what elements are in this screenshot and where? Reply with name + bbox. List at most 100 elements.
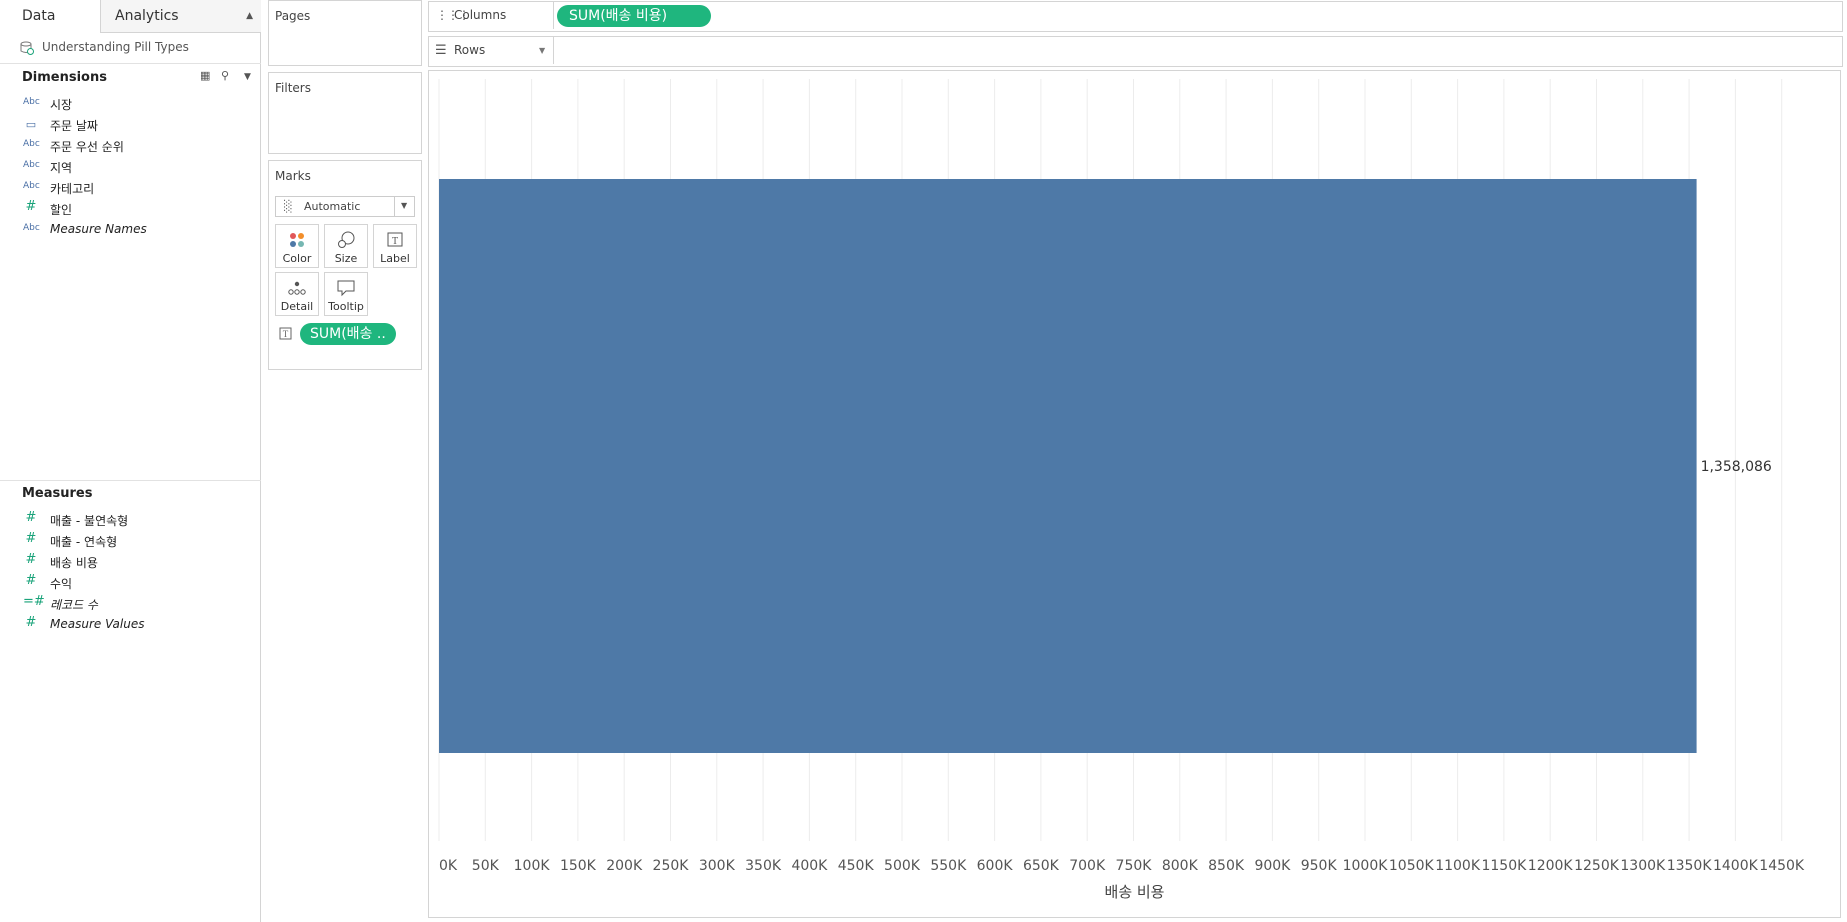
dimension-field[interactable]: Abc Measure Names — [0, 220, 258, 241]
datasource-row[interactable]: Understanding Pill Types — [0, 33, 261, 64]
mark-type-value: Automatic — [304, 200, 361, 213]
x-tick-label: 1300K — [1620, 858, 1666, 874]
chevron-down-icon: ▼ — [539, 46, 546, 55]
search-icon[interactable]: ⚲ — [221, 69, 229, 82]
dimension-field-name: Measure Names — [50, 222, 147, 236]
x-tick-label: 350K — [745, 858, 782, 874]
dimension-field[interactable]: Abc 주문 우선 순위 — [0, 136, 258, 157]
x-tick-label: 550K — [930, 858, 967, 874]
number-type-icon: # — [25, 199, 37, 214]
dimension-field[interactable]: ▭ 주문 날짜 — [0, 115, 258, 136]
x-tick-label: 0K — [439, 858, 458, 874]
x-tick-label: 300K — [699, 858, 736, 874]
label-icon: T — [387, 232, 403, 247]
x-tick-label: 1000K — [1343, 858, 1389, 874]
size-label: Size — [334, 252, 358, 265]
measure-field[interactable]: # 수익 — [0, 573, 258, 594]
detail-button[interactable]: Detail — [275, 272, 319, 316]
x-tick-label: 700K — [1069, 858, 1106, 874]
columns-label: Columns — [454, 8, 507, 22]
tab-analytics[interactable]: Analytics — [100, 0, 261, 32]
x-tick-label: 100K — [514, 858, 551, 874]
mark-type-dropdown[interactable]: ░ Automatic ▼ — [275, 196, 415, 217]
number-type-icon: # — [25, 552, 37, 567]
x-tick-label: 1100K — [1435, 858, 1481, 874]
updown-arrows-icon[interactable]: ▲ — [246, 0, 253, 32]
filters-card[interactable]: Filters — [268, 72, 422, 154]
rows-icon: ☰ — [435, 43, 447, 58]
chevron-down-icon: ▼ — [401, 201, 408, 210]
detail-icon — [288, 281, 306, 295]
dimension-field[interactable]: # 할인 — [0, 199, 258, 220]
number-type-icon: =# — [23, 594, 45, 609]
x-tick-label: 200K — [606, 858, 643, 874]
filters-title: Filters — [275, 81, 311, 95]
marks-title: Marks — [275, 169, 311, 183]
detail-label: Detail — [280, 300, 314, 313]
x-tick-label: 900K — [1254, 858, 1291, 874]
data-pane: Data Analytics ▲ Understanding Pill Type… — [0, 0, 261, 922]
x-tick-label: 600K — [977, 858, 1014, 874]
marks-card: Marks ░ Automatic ▼ Color Size T Label D… — [268, 160, 422, 370]
x-tick-label: 1250K — [1574, 858, 1620, 874]
dimension-field[interactable]: Abc 카테고리 — [0, 178, 258, 199]
number-type-icon: # — [25, 510, 37, 525]
string-type-icon: Abc — [23, 223, 40, 233]
chart-view: 1,358,086 0K 50K 100K 150K 200K 250K 300K 350K 4… — [428, 70, 1841, 918]
size-button[interactable]: Size — [324, 224, 368, 268]
pages-title: Pages — [275, 9, 311, 23]
columns-pill[interactable]: SUM(배송 비용) — [557, 5, 711, 27]
bars: 1,358,086 — [439, 179, 1772, 753]
dimension-field-name: 할인 — [50, 203, 73, 217]
datasource-icon — [20, 41, 34, 55]
pane-tabbar: Data Analytics ▲ — [0, 0, 261, 33]
bar-chart: 1,358,086 0K 50K 100K 150K 200K 250K 300K 350K 4… — [438, 79, 1805, 874]
columns-shelf-label: ⋮⋮⋮ Columns — [429, 2, 554, 29]
pages-card[interactable]: Pages — [268, 0, 422, 66]
x-tick-label: 1400K — [1713, 858, 1759, 874]
x-tick-label: 450K — [838, 858, 875, 874]
bar-data-label: 1,358,086 — [1701, 459, 1772, 475]
measures-title: Measures — [22, 486, 93, 501]
x-tick-label: 1350K — [1667, 858, 1713, 874]
x-tick-label: 1200K — [1528, 858, 1574, 874]
x-tick-label: 1150K — [1481, 858, 1527, 874]
tooltip-icon — [337, 280, 355, 297]
bar-chart-icon: ░ — [284, 200, 293, 213]
measure-field-name: 매출 - 불연속형 — [50, 514, 129, 528]
string-type-icon: Abc — [23, 97, 40, 107]
tooltip-label: Tooltip — [328, 300, 364, 313]
tab-data[interactable]: Data — [0, 0, 101, 33]
x-tick-label: 400K — [791, 858, 828, 874]
x-tick-label: 250K — [653, 858, 690, 874]
dimension-field[interactable]: Abc 시장 — [0, 94, 258, 115]
color-button[interactable]: Color — [275, 224, 319, 268]
measure-field-name: Measure Values — [50, 617, 145, 631]
chevron-down-icon[interactable]: ▼ — [244, 72, 251, 82]
svg-text:T: T — [283, 329, 289, 339]
marks-label-pill[interactable]: SUM(배송 .. — [300, 323, 396, 345]
color-icon — [290, 233, 304, 247]
tooltip-button[interactable]: Tooltip — [324, 272, 368, 316]
measure-field[interactable]: # 배송 비용 — [0, 552, 258, 573]
measure-field-name: 레코드 수 — [50, 598, 98, 612]
number-type-icon: # — [25, 573, 37, 588]
rows-shelf[interactable]: ☰ Rows ▼ — [428, 36, 1843, 67]
view-toggle-icon[interactable]: ▦ — [200, 69, 210, 82]
x-tick-label: 800K — [1162, 858, 1199, 874]
dimension-field[interactable]: Abc 지역 — [0, 157, 258, 178]
x-tick-label: 650K — [1023, 858, 1060, 874]
measure-field[interactable]: # Measure Values — [0, 615, 258, 636]
string-type-icon: Abc — [23, 139, 40, 149]
string-type-icon: Abc — [23, 181, 40, 191]
measure-field[interactable]: =# 레코드 수 — [0, 594, 258, 615]
x-axis-title: 배송 비용 — [1104, 883, 1165, 901]
x-tick-label: 750K — [1116, 858, 1153, 874]
columns-shelf[interactable]: ⋮⋮⋮ Columns SUM(배송 비용) — [428, 1, 1843, 32]
measure-field[interactable]: # 매출 - 연속형 — [0, 531, 258, 552]
number-type-icon: # — [25, 531, 37, 546]
label-button[interactable]: T Label — [373, 224, 417, 268]
datasource-name: Understanding Pill Types — [42, 40, 189, 54]
dimensions-title: Dimensions — [22, 70, 107, 85]
measure-field[interactable]: # 매출 - 불연속형 — [0, 510, 258, 531]
